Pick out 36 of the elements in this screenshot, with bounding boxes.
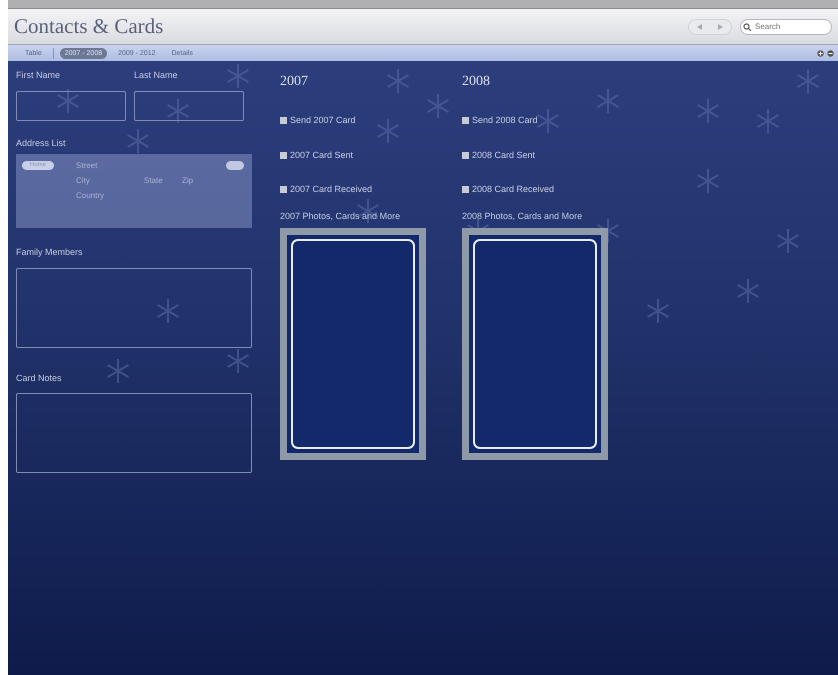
add-icon[interactable]: [817, 50, 824, 56]
add-remove-control[interactable]: [226, 161, 244, 170]
year-heading: 2007: [280, 73, 309, 91]
checkbox[interactable]: [280, 117, 287, 124]
address-field[interactable]: State: [144, 176, 163, 185]
field-label: Last Name: [134, 69, 179, 82]
checkbox-label: 2008 Card Sent: [472, 148, 536, 162]
checkbox[interactable]: [462, 117, 469, 124]
photos-label: 2008 Photos, Cards and More: [462, 210, 584, 222]
photos-label: 2007 Photos, Cards and More: [280, 210, 402, 222]
address-field[interactable]: Zip: [182, 176, 194, 185]
checkbox-label: 2008 Card Received: [472, 183, 554, 196]
checkbox-label: 2007 Card Received: [290, 183, 372, 196]
field-label: First Name: [16, 69, 62, 82]
checkbox[interactable]: [462, 152, 469, 159]
field-label: Family Members: [16, 246, 84, 259]
address-list-label: Address List: [16, 136, 67, 150]
checkbox-label: 2007 Card Sent: [290, 148, 354, 162]
checkbox[interactable]: [280, 186, 287, 194]
field-label: Card Notes: [16, 372, 63, 384]
checkbox[interactable]: [280, 152, 287, 159]
year-heading: 2008: [462, 73, 491, 91]
search-icon: [743, 22, 752, 30]
checkbox-label: Send 2008 Card: [472, 114, 538, 127]
remove-icon[interactable]: [827, 50, 834, 56]
app-title: Contacts & Cards: [14, 12, 164, 40]
input-field[interactable]: [134, 90, 244, 120]
address-field[interactable]: Country: [76, 191, 104, 200]
address-field[interactable]: City: [76, 176, 90, 185]
search-field[interactable]: Search: [740, 18, 832, 34]
text-area[interactable]: [16, 393, 252, 473]
checkbox-label: Send 2007 Card: [290, 114, 356, 127]
input-field[interactable]: [16, 90, 126, 120]
checkbox[interactable]: [462, 186, 469, 194]
address-field[interactable]: Street: [76, 161, 98, 170]
text-area[interactable]: [16, 268, 252, 348]
